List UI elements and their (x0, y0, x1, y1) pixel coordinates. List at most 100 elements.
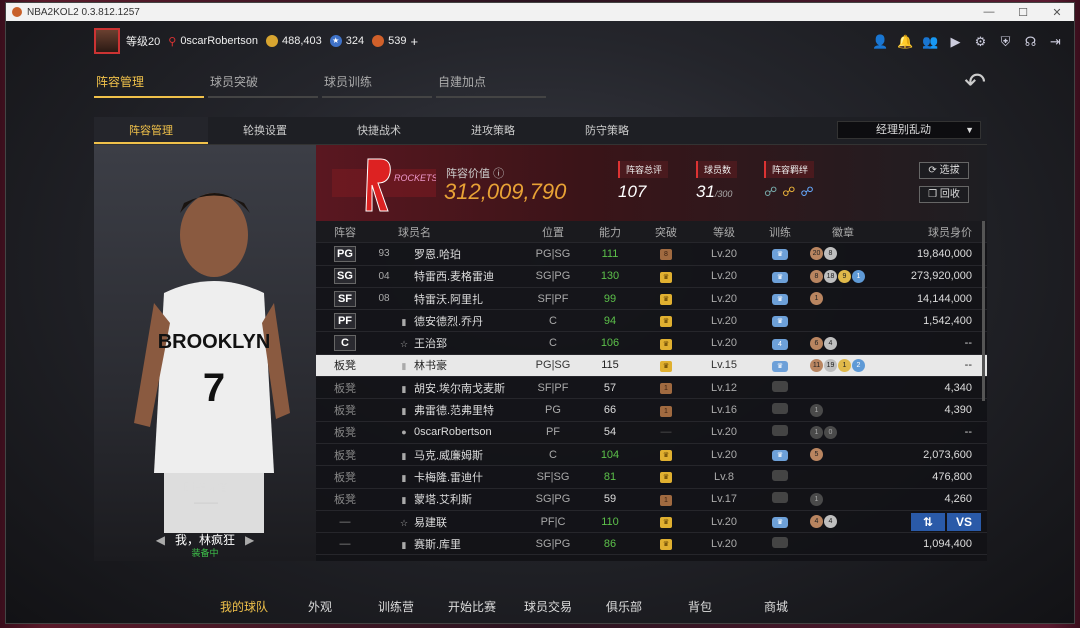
table-row[interactable]: 板凳 ▮ 林书豪 PG|SG 115 ♛ Lv.15 ♛ 11 19 1 2 -- (316, 354, 987, 378)
table-row[interactable]: 板凳 ▮ 卡梅隆.雷迪什 SF|SG 81 ♛ Lv.8 476,800 (316, 466, 987, 489)
breakthrough-cell: ♛ (636, 314, 696, 328)
minimize-button[interactable]: — (972, 6, 1006, 19)
training-cell: 4 (752, 337, 808, 350)
maximize-button[interactable]: ☐ (1006, 6, 1040, 19)
breakthrough-cell: — (636, 426, 696, 438)
slot-label: 板凳 (334, 449, 356, 462)
jersey-number: 04 (378, 270, 390, 282)
badge-icon: 1 (810, 425, 823, 439)
friends-icon[interactable]: 👥 (922, 33, 939, 50)
tab-breakthrough[interactable]: 球员突破 (208, 73, 318, 98)
exit-icon[interactable]: ⇥ (1047, 33, 1064, 50)
nav-shop[interactable]: 商城 (738, 598, 814, 615)
badge-icon: 4 (824, 336, 837, 350)
avatar[interactable] (94, 28, 120, 54)
close-button[interactable]: ✕ (1040, 6, 1074, 19)
table-row[interactable]: PG 93 罗恩.哈珀 PG|SG 111 8 Lv.20 ♛ 20 8 19,8… (316, 243, 987, 266)
recycle-button-label: 回收 (939, 189, 960, 200)
subtab-quick-tactics[interactable]: 快捷战术 (322, 117, 436, 144)
player-value: 2,073,600 (923, 448, 972, 461)
star-icon: ★ (329, 35, 342, 47)
table-row[interactable]: — ☆ 易建联 PF|C 110 ♛ Lv.20 ♛ 44 ⇅ VS (316, 511, 987, 534)
add-currency-button[interactable]: + (410, 34, 418, 49)
ticket-item: 539 + (372, 34, 418, 49)
subtab-rotation[interactable]: 轮换设置 (208, 117, 322, 144)
vs-button[interactable]: VS (947, 512, 981, 531)
subtab-defense[interactable]: 防守策略 (550, 117, 664, 144)
table-row[interactable]: PF ▮ 德安德烈.乔丹 C 94 ♛ Lv.20 ♛ 1,542,400 (316, 310, 987, 333)
player-count-value: 31/300 (696, 182, 737, 202)
nav-my-team[interactable]: 我的球队 (206, 598, 282, 615)
swap-button[interactable]: ⇅ (911, 512, 945, 531)
nav-trade[interactable]: 球员交易 (510, 598, 586, 615)
training-cell: ♛ (752, 247, 808, 261)
table-row[interactable]: 板凳 ▮ 胡安.埃尔南戈麦斯 SF|PF 57 1 Lv.12 4,340 (316, 377, 987, 400)
training-cell (752, 403, 808, 417)
player-name: ▮ 弗雷德.范弗里特 (394, 402, 522, 418)
shield-icon[interactable]: ⛨ (997, 33, 1014, 50)
video-icon[interactable]: ▶ (947, 33, 964, 50)
breakthrough-cell: ♛ (636, 470, 696, 484)
badge-icon: 1 (810, 292, 823, 306)
training-icon (772, 492, 788, 504)
nav-training-camp[interactable]: 训练营 (358, 598, 434, 615)
breakthrough-icon: ♛ (660, 539, 672, 551)
copy-icon: ❐ (928, 189, 938, 200)
player-position: C (549, 448, 557, 461)
lineup-slot: PF (316, 312, 374, 329)
table-row[interactable]: 板凳 ▮ 马克.威廉姆斯 C 104 ♛ Lv.20 ♛ 5 2,073,600 (316, 444, 987, 467)
table-row[interactable]: 板凳 ● 0scarRobertson PF 54 — Lv.20 10 -- (316, 422, 987, 444)
rockets-logo: ROCKETS (332, 158, 436, 212)
tab-training[interactable]: 球员训练 (322, 73, 432, 98)
player-name-text: 特雷沃.阿里扎 (414, 293, 484, 306)
subtab-offense[interactable]: 进攻策略 (436, 117, 550, 144)
team-rating-stat: 阵容总评 107 (618, 161, 669, 202)
breakthrough-icon: ♛ (660, 360, 672, 372)
breakthrough-icon: ♛ (660, 271, 672, 283)
app-icon (12, 7, 22, 17)
support-icon[interactable]: ☊ (1022, 33, 1039, 50)
ticket-count: 539 (388, 35, 407, 47)
jersey-number: 08 (378, 293, 390, 305)
table-row[interactable]: SF 08 特雷沃.阿里扎 SF|PF 99 ♛ Lv.20 ♛ 1 14,14… (316, 288, 987, 311)
subtab-lineup[interactable]: 阵容管理 (94, 117, 208, 144)
col-position: 位置 (542, 226, 564, 239)
player-value: 273,920,000 (910, 270, 972, 283)
nav-start-game[interactable]: 开始比赛 (434, 598, 510, 615)
nav-appearance[interactable]: 外观 (282, 598, 358, 615)
player-card: BROOKLYN 7 时装价值 —— ◀ 我，林疯狂 ▶ 装备中 (94, 145, 316, 561)
nav-backpack[interactable]: 背包 (662, 598, 738, 615)
player-name-text: 特雷西.麦格雷迪 (414, 271, 495, 284)
tab-custom-points[interactable]: 自建加点 (436, 73, 546, 98)
no-breakthrough: — (660, 426, 672, 439)
recycle-button[interactable]: ❐ 回收 (919, 186, 969, 203)
table-row[interactable]: 板凳 ▮ 蒙塔.艾利斯 SG|PG 59 1 Lv.17 1 4,260 (316, 489, 987, 511)
prev-arrow-icon[interactable]: ◀ (156, 533, 165, 547)
col-breakthrough: 突破 (655, 226, 677, 239)
col-rating: 能力 (599, 226, 621, 239)
lineup-slot: C (316, 335, 374, 352)
training-cell (752, 425, 808, 439)
table-row[interactable]: 板凳 ▮ 弗雷德.范弗里特 PG 66 1 Lv.16 1 4,390 (316, 399, 987, 422)
player-rating: 59 (603, 493, 617, 506)
bell-icon[interactable]: 🔔 (897, 33, 914, 50)
training-cell (752, 380, 808, 395)
window-title: NBA2KOL2 0.3.812.1257 (27, 6, 140, 18)
refresh-icon: ⟳ (928, 165, 937, 176)
gear-icon[interactable]: ⚙ (972, 33, 989, 50)
lineup-dropdown[interactable]: 经理别乱动 ▼ (837, 121, 981, 139)
scrollbar[interactable] (982, 221, 985, 401)
badges-cell: 11 19 1 2 (808, 358, 876, 372)
select-button[interactable]: ⟳ 选拔 (919, 162, 969, 179)
back-arrow-icon[interactable]: ↶ (964, 67, 986, 98)
next-arrow-icon[interactable]: ▶ (245, 533, 254, 547)
title-bar: NBA2KOL2 0.3.812.1257 — ☐ ✕ (6, 3, 1074, 21)
table-row[interactable]: C ☆ 王治郅 C 106 ♛ Lv.20 4 64 -- (316, 332, 987, 355)
table-row[interactable]: — ▮ 赛斯.库里 SG|PG 86 ♛ Lv.20 1,094,400 (316, 533, 987, 556)
coin-item: 488,403 (265, 35, 322, 47)
chemistry-icons[interactable]: ☍ ☍ ☍ (764, 184, 814, 200)
profile-icon[interactable]: 👤 (872, 33, 889, 50)
nav-club[interactable]: 俱乐部 (586, 598, 662, 615)
table-row[interactable]: SG 04 特雷西.麦格雷迪 SG|PG 130 ♛ Lv.20 ♛ 8 18 9 1… (316, 266, 987, 288)
tab-lineup[interactable]: 阵容管理 (94, 73, 204, 98)
